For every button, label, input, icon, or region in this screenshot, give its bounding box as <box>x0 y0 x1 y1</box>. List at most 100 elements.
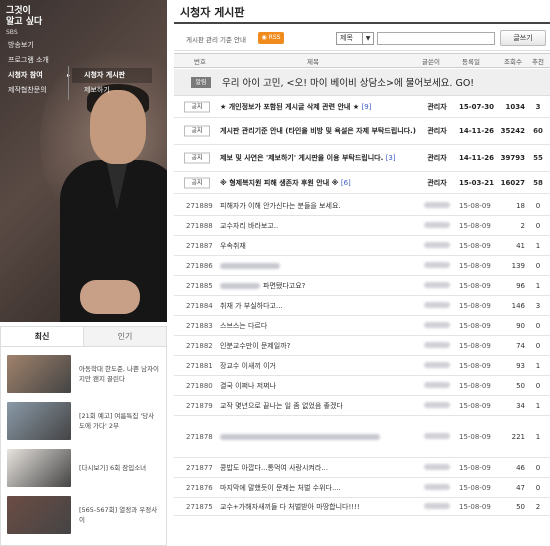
tab-latest[interactable]: 최신 <box>1 327 84 346</box>
post-title[interactable]: 마지막에 말했듯이 문제는 처벌 수위다.... <box>220 483 418 493</box>
notice-badge: 공지 <box>184 152 210 164</box>
notice-text[interactable]: 우리 아이 고민, <오! 마이 베이비 상담소>에 물어보세요. GO! <box>222 75 474 89</box>
table-row[interactable]: 271875 교수+가해자새끼들 다 처벌받아 마땅합니다!!!! 15-08-09… <box>174 498 550 516</box>
post-title[interactable]: 콩밥도 아깝다...통먹여 사랑시켜라... <box>220 463 418 473</box>
post-views: 146 <box>511 301 525 310</box>
table-row[interactable]: 271883 스브스는 다르다 15-08-09 90 0 <box>174 316 550 336</box>
news-title[interactable]: 아동학대 한도준, 나쁜 남자이지만 왠지 끌린다 <box>79 364 160 384</box>
news-thumbnail[interactable] <box>7 355 71 393</box>
nav-item-viewer-participation[interactable]: 시청자 참여 <box>0 68 70 83</box>
post-author <box>422 221 452 230</box>
news-thumbnail[interactable] <box>7 402 71 440</box>
pinned-notice-row[interactable]: 공지 제보 및 사연은 '제보하기' 게시판을 이용 부탁드립니다. [3] 관리자… <box>174 145 550 172</box>
table-row[interactable]: 271877 콩밥도 아깝다...통먹여 사랑시켜라... 15-08-09 46 0 <box>174 458 550 478</box>
table-row[interactable]: 271885 파면됐다고요? 15-08-09 96 1 <box>174 276 550 296</box>
table-row[interactable]: 271886 15-08-09 139 0 <box>174 256 550 276</box>
col-date: 등록일 <box>462 58 480 66</box>
post-title[interactable]: 제보 및 사연은 '제보하기' 게시판을 이용 부탁드립니다. [3] <box>220 153 418 163</box>
post-title[interactable]: 피해자가 이해 안가신다는 분들을 보세요. <box>220 201 418 211</box>
table-row[interactable]: 271879 교작 몇년으로 끝나는 일 좀 없었음 좋겠다 15-08-09 34 1 <box>174 396 550 416</box>
table-row[interactable]: 271876 마지막에 말했듯이 문제는 처벌 수위다.... 15-08-09 47… <box>174 478 550 498</box>
post-views: 1034 <box>505 103 525 111</box>
news-title[interactable]: [21회 예고] 여름특집 '당사도에 가다' 2부 <box>79 411 160 431</box>
program-logo[interactable]: 그것이 알고 싶다 <box>6 6 42 28</box>
post-recommend: 0 <box>535 463 541 472</box>
post-views: 35242 <box>500 127 525 135</box>
news-list: 아동학대 한도준, 나쁜 남자이지만 왠지 끌린다 [21회 예고] 여름특집 '… <box>0 346 167 546</box>
table-row[interactable]: 271881 장교수 이새끼 이거 15-08-09 93 1 <box>174 356 550 376</box>
nav-item-program-intro[interactable]: 프로그램 소개 <box>0 53 70 68</box>
post-title[interactable]: 장교수 이새끼 이거 <box>220 361 418 371</box>
post-views: 39793 <box>500 154 525 162</box>
table-row[interactable]: 271882 인분교수만이 문제일까? 15-08-09 74 0 <box>174 336 550 356</box>
post-title[interactable]: 우속취재 <box>220 241 418 251</box>
news-title[interactable]: [565-567회] 열정과 우정사이 <box>79 505 160 525</box>
search-field-select[interactable]: 제목 ▼ <box>336 32 374 45</box>
news-thumbnail[interactable] <box>7 496 71 534</box>
post-title[interactable] <box>220 432 418 442</box>
post-title[interactable]: ★ 개인정보가 포함된 게시글 삭제 관련 안내 ★ [9] <box>220 102 418 112</box>
post-author <box>422 281 452 290</box>
subnav-item-viewer-board[interactable]: 시청자 게시판 <box>72 68 152 83</box>
notice-badge: 공지 <box>184 177 210 188</box>
search-input[interactable] <box>377 32 495 45</box>
post-recommend: 55 <box>533 154 543 162</box>
post-date: 14-11-26 <box>459 127 495 135</box>
post-title[interactable]: 인분교수만이 문제일까? <box>220 341 418 351</box>
post-title[interactable] <box>220 261 418 271</box>
news-item[interactable]: [21회 예고] 여름특집 '당사도에 가다' 2부 <box>7 398 160 444</box>
post-date: 15-08-09 <box>459 201 491 210</box>
post-title[interactable]: 결국 이쩌나 저쩌나 <box>220 381 418 391</box>
post-recommend: 58 <box>533 178 543 187</box>
nav-item-sponsorship[interactable]: 제작협찬문의 <box>0 83 70 98</box>
post-views: 221 <box>511 432 525 441</box>
rss-button[interactable]: ◉ RSS <box>258 32 284 44</box>
post-title[interactable]: 취재 가 부실하다고... <box>220 301 418 311</box>
tab-popular[interactable]: 인기 <box>84 327 166 346</box>
post-views: 46 <box>516 463 525 472</box>
news-item[interactable]: [다시보기] 6회 잠입소녀 <box>7 445 160 491</box>
post-views: 50 <box>516 502 525 511</box>
subnav-item-report[interactable]: 제보하기 <box>72 83 152 98</box>
post-author: 관리자 <box>427 103 447 111</box>
write-button[interactable]: 글쓰기 <box>500 30 546 46</box>
post-recommend: 60 <box>533 127 543 135</box>
redacted-author <box>424 463 450 470</box>
post-title[interactable]: 파면됐다고요? <box>220 281 418 291</box>
table-row[interactable]: 271884 취재 가 부실하다고... 15-08-09 146 3 <box>174 296 550 316</box>
redacted-author <box>424 381 450 388</box>
table-row[interactable]: 271880 결국 이쩌나 저쩌나 15-08-09 50 0 <box>174 376 550 396</box>
redacted-text <box>220 433 380 440</box>
notice-banner[interactable]: 알림 우리 아이 고민, <오! 마이 베이비 상담소>에 물어보세요. GO! <box>174 69 550 96</box>
post-recommend: 0 <box>535 381 541 390</box>
post-title[interactable]: 교수+가해자새끼들 다 처벌받아 마땅합니다!!!! <box>220 502 418 512</box>
post-date: 15-08-09 <box>459 261 491 270</box>
post-views: 139 <box>511 261 525 270</box>
post-title[interactable]: 교작 몇년으로 끝나는 일 좀 없었음 좋겠다 <box>220 401 418 411</box>
board-guide-link[interactable]: 게시판 관리 기준 안내 <box>186 34 246 44</box>
pinned-notice-row[interactable]: 공지 ★ 개인정보가 포함된 게시글 삭제 관련 안내 ★ [9] 관리자 15-07… <box>174 97 550 118</box>
post-date: 15-08-09 <box>459 241 491 250</box>
news-thumbnail[interactable] <box>7 449 71 487</box>
table-row[interactable]: 271887 우속취재 15-08-09 41 1 <box>174 236 550 256</box>
table-row[interactable]: 271878 15-08-09 221 1 <box>174 416 550 458</box>
news-item[interactable]: [565-567회] 열정과 우정사이 <box>7 492 160 538</box>
post-views: 93 <box>516 361 525 370</box>
program-hero-image: 그것이 알고 싶다 SBS 방송보기 프로그램 소개 시청자 참여 제작협찬문의 … <box>0 0 167 322</box>
post-title[interactable]: 게시판 관리기준 안내 (타인을 비방 및 욕설은 자제 부탁드립니다.) <box>220 126 418 136</box>
post-title[interactable]: 스브스는 다르다 <box>220 321 418 331</box>
news-item[interactable]: 아동학대 한도준, 나쁜 남자이지만 왠지 끌린다 <box>7 351 160 397</box>
col-author: 글쓴이 <box>422 58 440 66</box>
post-title[interactable]: 교수자리 바라보고.. <box>220 221 418 231</box>
nav-item-broadcast[interactable]: 방송보기 <box>0 38 70 53</box>
table-row[interactable]: 271888 교수자리 바라보고.. 15-08-09 2 0 <box>174 216 550 236</box>
table-row[interactable]: 271889 피해자가 이해 안가신다는 분들을 보세요. 15-08-09 18 0 <box>174 196 550 216</box>
board-toolbar: 게시판 관리 기준 안내 ◉ RSS 제목 ▼ 글쓰기 <box>174 27 550 51</box>
pinned-notice-row[interactable]: 공지 게시판 관리기준 안내 (타인을 비방 및 욕설은 자제 부탁드립니다.) 관… <box>174 118 550 145</box>
comment-count: [6] <box>340 178 351 187</box>
pinned-notice-row[interactable]: 공지 ※ 형제복지원 피해 생존자 후원 안내 ※ [6] 관리자 15-03-21 1… <box>174 172 550 194</box>
post-title[interactable]: ※ 형제복지원 피해 생존자 후원 안내 ※ [6] <box>220 178 418 188</box>
news-title[interactable]: [다시보기] 6회 잠입소녀 <box>79 463 146 473</box>
post-author: 관리자 <box>427 178 447 187</box>
redacted-author <box>424 221 450 228</box>
